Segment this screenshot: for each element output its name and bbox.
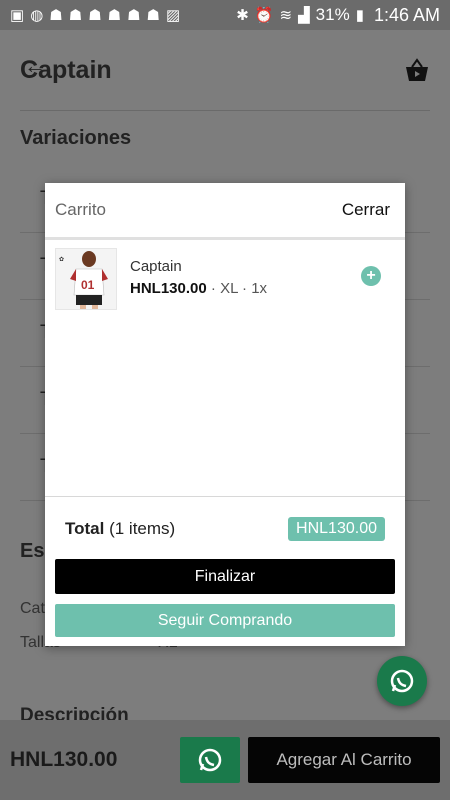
gallery-icon: ▨ — [166, 6, 181, 24]
footer-price: HNL130.00 — [10, 748, 118, 771]
svg-text:01: 01 — [81, 278, 95, 292]
close-button[interactable]: Cerrar — [342, 200, 390, 220]
system-icons: ✱ ⏰ ≋ ▟ 31% ▮ 1:46 AM — [236, 5, 440, 26]
modal-title: Carrito — [55, 200, 107, 219]
battery-percent: 31% — [315, 5, 350, 24]
cart-item: 01 ✿ Captain HNL130.00 · XL · 1x + — [45, 240, 405, 318]
item-info: Captain HNL130.00 · XL · 1x — [130, 248, 267, 310]
item-qty: 1x — [251, 280, 268, 297]
plus-icon[interactable]: + — [361, 266, 381, 286]
modal-header: Carrito Cerrar — [45, 183, 405, 240]
status-bar: ▣ ◍ ☗ ☗ ☗ ☗ ☗ ☗ ▨ ✱ ⏰ ≋ ▟ 31% ▮ 1:46 AM — [0, 0, 450, 30]
clock: 1:46 AM — [373, 4, 440, 25]
snapchat-icon: ☗ — [127, 6, 141, 24]
top-bar: Captain — [0, 30, 450, 110]
snapchat-icon: ☗ — [107, 6, 122, 24]
bottom-bar: HNL130.00 Agregar Al Carrito — [0, 720, 450, 800]
item-meta: HNL130.00 · XL · 1x — [130, 280, 267, 297]
bluetooth-icon: ✱ — [236, 6, 249, 24]
separator: · — [242, 280, 252, 297]
whatsapp-icon: ◍ — [30, 6, 44, 24]
notification-icons: ▣ ◍ ☗ ☗ ☗ ☗ ☗ ☗ ▨ — [10, 8, 180, 23]
product-thumbnail[interactable]: 01 ✿ — [55, 248, 117, 310]
snapchat-icon: ☗ — [68, 6, 83, 24]
total-title: Total — [65, 519, 105, 538]
specs-title: Es — [20, 540, 45, 562]
total-badge: HNL130.00 — [288, 517, 385, 541]
back-arrow-icon[interactable]: ← — [24, 53, 46, 79]
add-to-cart-button[interactable]: Agregar Al Carrito — [248, 737, 440, 783]
separator: · — [210, 280, 221, 297]
image-icon: ▣ — [10, 6, 25, 24]
modal-summary: Total (1 items) HNL130.00 Finalizar Segu… — [45, 496, 405, 637]
basket-icon[interactable] — [404, 57, 430, 83]
item-price: HNL130.00 — [130, 280, 207, 297]
finalize-button[interactable]: Finalizar — [55, 559, 395, 594]
cart-modal: Carrito Cerrar 01 ✿ Captain HNL130.00 · … — [45, 183, 405, 646]
item-name: Captain — [130, 258, 182, 275]
snapchat-icon: ☗ — [49, 6, 63, 24]
whatsapp-fab[interactable] — [377, 656, 427, 706]
total-label: Total (1 items) — [65, 519, 175, 539]
wifi-icon: ≋ — [279, 6, 293, 24]
svg-text:✿: ✿ — [59, 256, 64, 263]
whatsapp-button[interactable] — [180, 737, 240, 783]
item-size: XL — [220, 280, 238, 297]
snapchat-icon: ☗ — [88, 6, 102, 24]
whatsapp-icon — [198, 748, 222, 772]
product-image: 01 ✿ — [56, 249, 116, 309]
snapchat-icon: ☗ — [146, 6, 160, 24]
spec-category-label: Cat — [20, 600, 45, 617]
signal-icon: ▟ — [298, 6, 310, 24]
total-row: Total (1 items) HNL130.00 — [55, 517, 395, 541]
whatsapp-icon — [390, 669, 414, 693]
alarm-icon: ⏰ — [254, 6, 274, 24]
total-items: (1 items) — [109, 519, 176, 538]
keep-shopping-button[interactable]: Seguir Comprando — [55, 604, 395, 637]
battery-icon: ▮ — [355, 6, 364, 24]
variations-title: Variaciones — [20, 127, 132, 149]
